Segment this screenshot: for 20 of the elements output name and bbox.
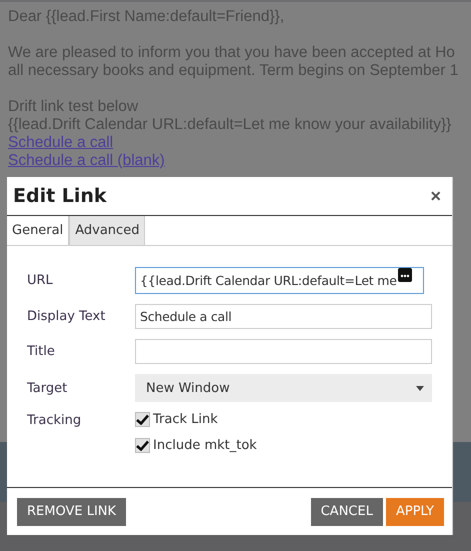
field-label: Display Text [27, 309, 106, 324]
checkbox[interactable] [135, 412, 150, 427]
field-label: Target [27, 380, 68, 396]
text-field[interactable]: Schedule a call [135, 304, 432, 329]
close-button[interactable]: × [427, 186, 444, 206]
remove-link-button[interactable]: REMOVE LINK [17, 498, 126, 526]
caret-icon [416, 386, 424, 390]
tab[interactable]: Advanced [69, 216, 146, 245]
text-field[interactable]: {{lead.Drift Calendar URL:default=Let me [135, 267, 424, 294]
cancel-button[interactable]: CANCEL [310, 498, 383, 526]
checkbox[interactable] [135, 438, 150, 453]
checkbox-label: Track Link [153, 412, 218, 427]
target-dropdown[interactable]: New Window [135, 374, 432, 402]
more-icon[interactable] [398, 268, 412, 282]
field-label: Title [27, 344, 56, 359]
checkbox-label: Include mkt_tok [153, 438, 257, 453]
text-field[interactable] [135, 339, 432, 364]
field-label: URL [27, 273, 54, 288]
dialog-title: Edit Link [13, 185, 107, 207]
field-label: Tracking [27, 412, 82, 428]
